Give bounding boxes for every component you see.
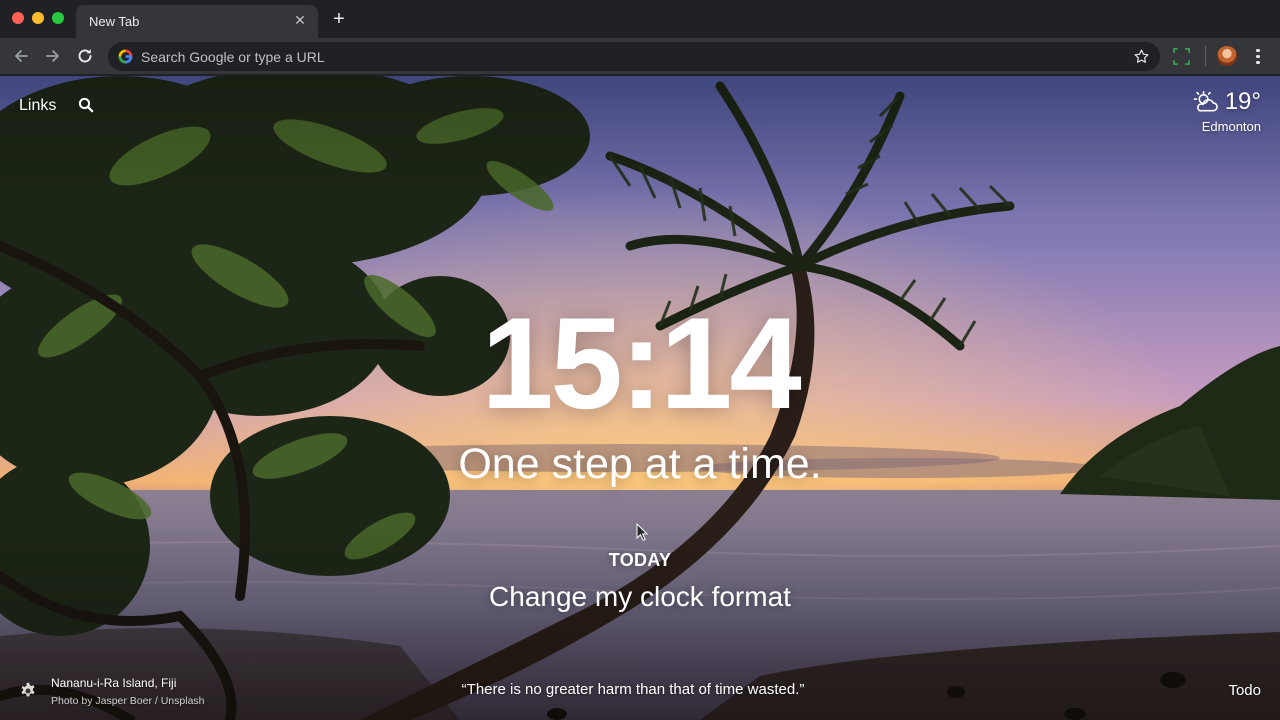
links-button[interactable]: Links — [19, 97, 56, 115]
arrow-left-icon[interactable] — [11, 46, 31, 66]
omnibox-input[interactable] — [141, 42, 1101, 71]
plus-icon[interactable]: + — [329, 9, 349, 29]
avatar[interactable] — [1217, 46, 1237, 66]
todo-button[interactable]: Todo — [1228, 682, 1261, 699]
greeting: One step at a time. — [458, 440, 822, 488]
omnibox — [108, 42, 1160, 71]
close-icon[interactable]: ✕ — [292, 12, 308, 28]
focus-label: TODAY — [608, 550, 672, 570]
weather-location: Edmonton — [1201, 119, 1261, 134]
focus-text[interactable]: Change my clock format — [0, 581, 1280, 613]
more-vertical-icon[interactable] — [1250, 46, 1266, 66]
window-zoom-button[interactable] — [52, 12, 64, 24]
weather-widget[interactable]: 19° Edmonton — [1192, 88, 1261, 134]
search-icon[interactable] — [78, 97, 94, 113]
extension-icon[interactable] — [1173, 48, 1190, 65]
arrow-right-icon[interactable] — [43, 46, 63, 66]
browser-toolbar — [0, 38, 1280, 75]
partly-cloudy-icon — [1193, 91, 1218, 112]
tab-title: New Tab — [89, 14, 140, 29]
reload-icon[interactable] — [75, 46, 95, 66]
tab-strip: New Tab ✕ + — [0, 0, 1280, 38]
weather-temperature: 19° — [1224, 88, 1261, 115]
google-icon — [118, 49, 133, 64]
mouse-cursor — [636, 523, 648, 541]
star-icon[interactable] — [1133, 48, 1150, 65]
quote: “There is no greater harm than that of t… — [461, 681, 805, 698]
toolbar-divider — [1205, 46, 1206, 66]
tab-new-tab[interactable]: New Tab ✕ — [76, 5, 318, 38]
new-tab-page: Links 19° Edmonton 15:14 One step at a t… — [0, 76, 1280, 720]
window-minimize-button[interactable] — [32, 12, 44, 24]
clock[interactable]: 15:14 — [0, 298, 1280, 428]
window-close-button[interactable] — [12, 12, 24, 24]
